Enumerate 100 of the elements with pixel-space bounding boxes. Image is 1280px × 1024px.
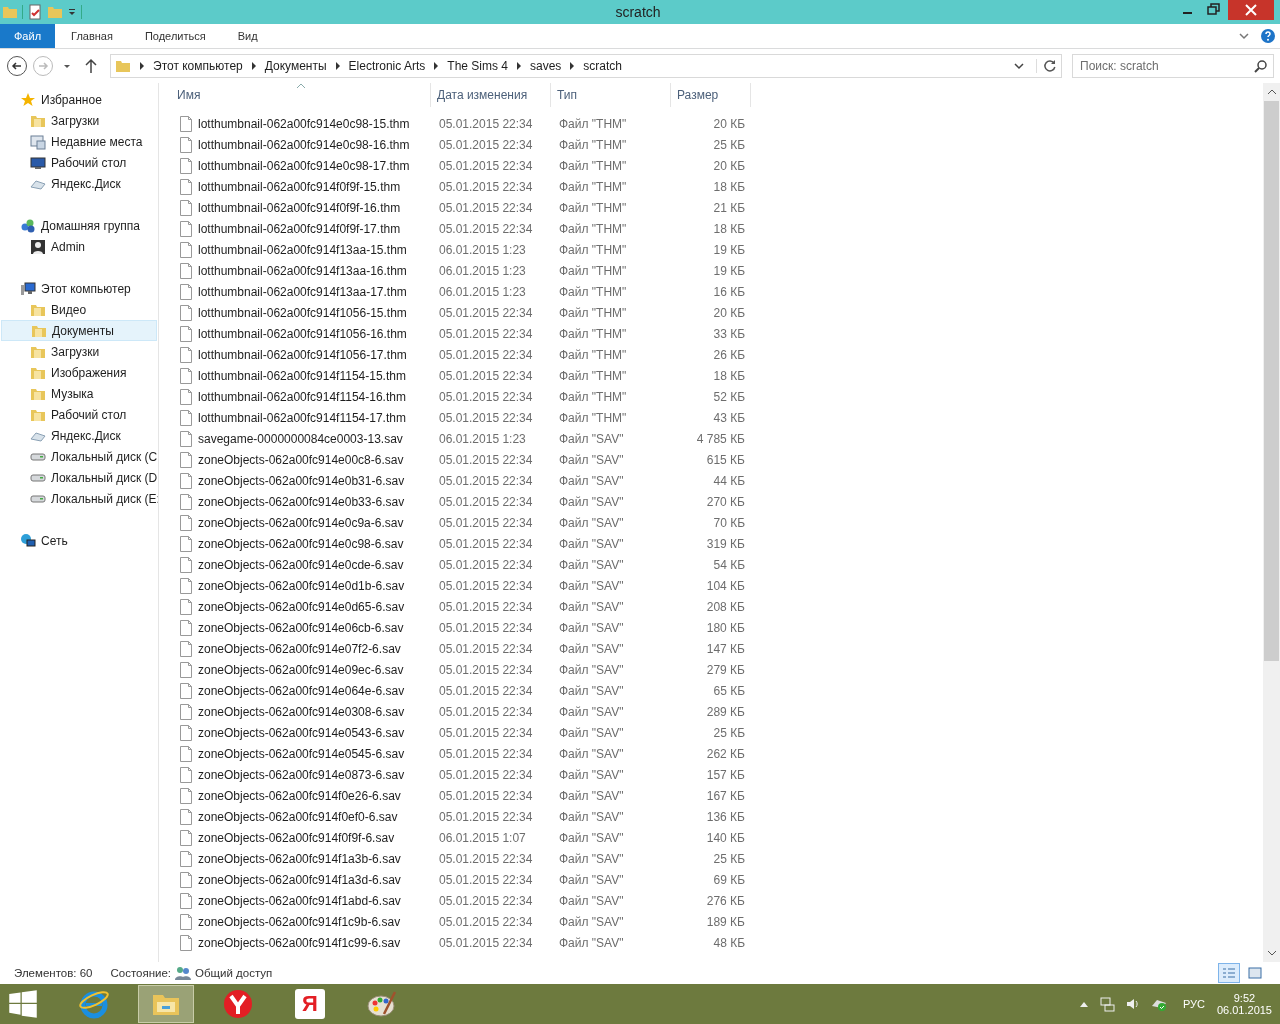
file-name[interactable]: zoneObjects-062a00fc914e0b33-6.sav	[198, 494, 405, 509]
file-name[interactable]: zoneObjects-062a00fc914f0f9f-6.sav	[198, 830, 395, 845]
breadcrumb-item[interactable]: Electronic Arts	[348, 59, 426, 73]
column-header[interactable]: Имя	[171, 83, 431, 107]
file-name[interactable]: zoneObjects-062a00fc914e0873-6.sav	[198, 767, 405, 782]
file-name[interactable]: zoneObjects-062a00fc914e0c9a-6.sav	[198, 515, 404, 530]
browser-e-icon[interactable]	[78, 988, 110, 1020]
sidebar-item[interactable]: Рабочий стол	[51, 155, 127, 170]
chevron-right-icon[interactable]	[568, 61, 577, 71]
sidebar-item[interactable]: Локальный диск (D	[51, 470, 158, 485]
file-name[interactable]: lotthumbnail-062a00fc914f0f9f-16.thm	[198, 200, 401, 215]
help-icon[interactable]	[1260, 28, 1276, 44]
chevron-down-icon[interactable]	[1238, 30, 1250, 42]
clock-date[interactable]: 06.01.2015	[1216, 1004, 1272, 1016]
scrollbar[interactable]	[1263, 83, 1280, 962]
file-name[interactable]: lotthumbnail-062a00fc914f1154-17.thm	[198, 410, 406, 425]
file-name[interactable]: zoneObjects-062a00fc914f0ef0-6.sav	[198, 809, 398, 824]
sidebar-item[interactable]: Сеть	[41, 533, 68, 548]
file-name[interactable]: lotthumbnail-062a00fc914f1056-16.thm	[198, 326, 407, 341]
clock-time[interactable]: 9:52	[1233, 992, 1256, 1004]
file-name[interactable]: zoneObjects-062a00fc914f0e26-6.sav	[198, 788, 401, 803]
sidebar-item[interactable]: Загрузки	[51, 113, 100, 128]
sidebar-item[interactable]: Избранное	[41, 92, 102, 107]
file-menu-tab[interactable]: Файл	[0, 24, 56, 48]
ribbon-tab[interactable]: Главная	[55, 24, 129, 48]
chevron-right-icon[interactable]	[432, 61, 441, 71]
file-name[interactable]: lotthumbnail-062a00fc914f13aa-15.thm	[198, 242, 407, 257]
search-field[interactable]: Поиск: scratch	[1072, 54, 1274, 78]
file-name[interactable]: lotthumbnail-062a00fc914f1056-15.thm	[198, 305, 407, 320]
network-icon[interactable]	[1098, 996, 1115, 1012]
language-indicator[interactable]: РУС	[1182, 998, 1205, 1010]
ribbon-tab[interactable]: Вид	[221, 24, 274, 48]
sidebar-item[interactable]: Рабочий стол	[51, 407, 127, 422]
file-name[interactable]: zoneObjects-062a00fc914e0543-6.sav	[198, 725, 405, 740]
sidebar-item[interactable]: Изображения	[51, 365, 127, 380]
file-name[interactable]: lotthumbnail-062a00fc914f1154-16.thm	[198, 389, 406, 404]
up-arrow-icon[interactable]	[84, 58, 98, 74]
breadcrumb-item[interactable]: The Sims 4	[447, 59, 508, 73]
breadcrumb-item[interactable]: saves	[530, 59, 562, 73]
page-checkmark-icon[interactable]	[27, 4, 43, 20]
sidebar-item[interactable]: Документы	[52, 323, 114, 338]
chevron-right-icon[interactable]	[515, 61, 523, 71]
sidebar-item[interactable]: Admin	[51, 239, 85, 254]
close-icon[interactable]	[1228, 0, 1274, 20]
chevron-right-icon[interactable]	[138, 61, 146, 71]
file-name[interactable]: zoneObjects-062a00fc914f1abd-6.sav	[198, 893, 401, 908]
windows-start-icon[interactable]	[8, 989, 38, 1019]
chevron-right-icon[interactable]	[333, 61, 342, 71]
scroll-up-icon[interactable]	[1266, 89, 1277, 95]
show-hidden-icons-icon[interactable]	[1078, 1000, 1089, 1008]
file-name[interactable]: zoneObjects-062a00fc914e0d65-6.sav	[198, 599, 405, 614]
file-name[interactable]: zoneObjects-062a00fc914e0cde-6.sav	[198, 557, 404, 572]
file-name[interactable]: zoneObjects-062a00fc914e0d1b-6.sav	[198, 578, 405, 593]
file-name[interactable]: lotthumbnail-062a00fc914f13aa-17.thm	[198, 284, 407, 299]
sidebar-item[interactable]: Домашняя группа	[41, 218, 141, 233]
file-name[interactable]: zoneObjects-062a00fc914f1c9b-6.sav	[198, 914, 401, 929]
ribbon-tab[interactable]: Поделиться	[128, 24, 222, 48]
file-name[interactable]: lotthumbnail-062a00fc914f0f9f-15.thm	[198, 179, 401, 194]
refresh-icon[interactable]	[1036, 59, 1057, 73]
file-name[interactable]: zoneObjects-062a00fc914f1c99-6.sav	[198, 935, 401, 950]
file-name[interactable]: savegame-0000000084ce0003-13.sav	[198, 431, 403, 446]
file-name[interactable]: lotthumbnail-062a00fc914e0c98-16.thm	[198, 137, 410, 152]
sidebar-item[interactable]: Локальный диск (C	[51, 449, 158, 464]
breadcrumb-item[interactable]: Этот компьютер	[153, 59, 243, 73]
file-name[interactable]: zoneObjects-062a00fc914e0b31-6.sav	[198, 473, 405, 488]
sidebar-item[interactable]: Видео	[51, 302, 87, 317]
taskbar-app-label[interactable]: Я	[295, 989, 325, 1019]
sidebar-item[interactable]: Загрузки	[51, 344, 100, 359]
address-bar[interactable]: Этот компьютер Документы Electronic Arts The Sims 4 saves scratch	[110, 54, 1062, 78]
file-name[interactable]: lotthumbnail-062a00fc914e0c98-17.thm	[198, 158, 410, 173]
file-name[interactable]: zoneObjects-062a00fc914f1a3b-6.sav	[198, 851, 401, 866]
sidebar-item[interactable]: Яндекс.Диск	[51, 176, 121, 191]
circle-logo-icon[interactable]	[222, 988, 254, 1020]
back-icon[interactable]	[6, 55, 28, 77]
sidebar-item[interactable]: Яндекс.Диск	[51, 428, 121, 443]
file-name[interactable]: zoneObjects-062a00fc914e00c8-6.sav	[198, 452, 404, 467]
volume-icon[interactable]	[1124, 996, 1141, 1012]
file-name[interactable]: zoneObjects-062a00fc914f1a3d-6.sav	[198, 872, 401, 887]
sidebar-item[interactable]: Недавние места	[51, 134, 143, 149]
file-name[interactable]: zoneObjects-062a00fc914e09ec-6.sav	[198, 662, 404, 677]
file-name[interactable]: zoneObjects-062a00fc914e0545-6.sav	[198, 746, 405, 761]
breadcrumb-item[interactable]: Документы	[264, 59, 327, 73]
sidebar-item[interactable]: Этот компьютер	[41, 281, 131, 296]
column-header[interactable]: Размер	[671, 83, 751, 107]
search-icon[interactable]	[1254, 59, 1268, 73]
file-name[interactable]: lotthumbnail-062a00fc914f0f9f-17.thm	[198, 221, 401, 236]
file-name[interactable]: zoneObjects-062a00fc914e0c98-6.sav	[198, 536, 404, 551]
file-name[interactable]: lotthumbnail-062a00fc914e0c98-15.thm	[198, 116, 410, 131]
sidebar-item[interactable]: Музыка	[51, 386, 94, 401]
sidebar-item[interactable]: Локальный диск (E:	[51, 491, 158, 506]
column-header[interactable]: Дата изменения	[431, 83, 551, 107]
file-name[interactable]: zoneObjects-062a00fc914e06cb-6.sav	[198, 620, 404, 635]
scroll-down-icon[interactable]	[1266, 950, 1277, 956]
file-name[interactable]: lotthumbnail-062a00fc914f1056-17.thm	[198, 347, 407, 362]
file-name[interactable]: zoneObjects-062a00fc914e0308-6.sav	[198, 704, 405, 719]
column-header[interactable]: Тип	[551, 83, 671, 107]
file-name[interactable]: lotthumbnail-062a00fc914f1154-15.thm	[198, 368, 406, 383]
chevron-right-icon[interactable]	[249, 61, 258, 71]
dropdown-icon[interactable]	[67, 7, 77, 17]
file-name[interactable]: lotthumbnail-062a00fc914f13aa-16.thm	[198, 263, 407, 278]
